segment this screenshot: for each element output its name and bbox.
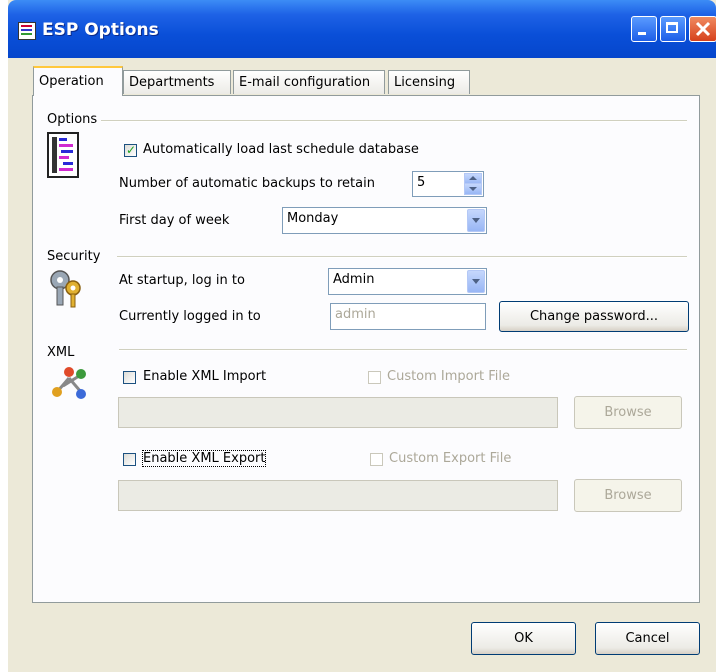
close-icon — [695, 21, 711, 37]
maximize-button[interactable] — [660, 16, 686, 42]
operation-panel: Options ✓ Automatically load last schedu… — [32, 95, 700, 603]
enable-xml-import-checkbox[interactable] — [123, 371, 136, 384]
title-bar[interactable]: ESP Options — [8, 0, 716, 58]
tab-email-configuration[interactable]: E-mail configuration — [233, 70, 385, 94]
xml-section-label: XML — [47, 345, 75, 360]
ok-button[interactable]: OK — [471, 622, 576, 655]
options-section-label: Options — [47, 112, 98, 127]
enable-xml-export-label: Enable XML Export — [141, 450, 267, 467]
export-file-path-input[interactable] — [118, 480, 558, 511]
checkmark-icon: ✓ — [126, 143, 137, 157]
backups-value: 5 — [417, 175, 426, 190]
chevron-down-icon[interactable] — [467, 270, 485, 293]
backups-label: Number of automatic backups to retain — [119, 176, 375, 191]
change-password-button[interactable]: Change password... — [499, 301, 689, 332]
custom-import-checkbox[interactable] — [368, 371, 381, 384]
security-separator — [117, 256, 687, 258]
enable-xml-export-checkbox[interactable] — [123, 453, 136, 466]
custom-import-label: Custom Import File — [387, 369, 510, 384]
tab-departments[interactable]: Departments — [123, 70, 231, 94]
xml-molecule-icon — [52, 367, 86, 399]
tab-label: Departments — [129, 75, 215, 90]
startup-login-label: At startup, log in to — [119, 273, 245, 288]
logged-in-label: Currently logged in to — [119, 309, 261, 324]
cancel-button[interactable]: Cancel — [595, 622, 700, 655]
tab-label: Licensing — [394, 75, 456, 90]
tab-label: E-mail configuration — [239, 75, 371, 90]
custom-export-label: Custom Export File — [389, 451, 512, 466]
xml-separator — [119, 349, 687, 351]
tab-label: Operation — [39, 74, 104, 89]
logged-in-value: admin — [335, 307, 376, 322]
security-keys-icon — [50, 270, 81, 308]
startup-login-select[interactable]: Admin — [328, 268, 487, 295]
chevron-down-icon[interactable] — [467, 209, 485, 232]
minimize-icon — [638, 32, 646, 35]
security-section-label: Security — [47, 249, 101, 264]
custom-export-checkbox[interactable] — [370, 453, 383, 466]
spin-down-button[interactable] — [464, 183, 482, 195]
startup-login-value: Admin — [333, 272, 375, 287]
first-day-select[interactable]: Monday — [282, 207, 487, 234]
first-day-value: Monday — [287, 211, 339, 226]
backups-stepper[interactable]: 5 — [412, 171, 484, 197]
export-browse-button[interactable]: Browse — [574, 479, 682, 512]
first-day-label: First day of week — [119, 213, 230, 228]
import-browse-button[interactable]: Browse — [574, 396, 682, 429]
schedule-list-icon — [47, 132, 79, 178]
window-title: ESP Options — [42, 20, 159, 40]
auto-load-checkbox[interactable]: ✓ — [124, 143, 137, 157]
close-button[interactable] — [689, 16, 716, 42]
maximize-icon — [666, 22, 678, 33]
tab-licensing[interactable]: Licensing — [388, 70, 470, 94]
import-file-path-input[interactable] — [118, 397, 558, 428]
auto-load-label: Automatically load last schedule databas… — [143, 142, 419, 157]
options-separator — [101, 120, 687, 122]
minimize-button[interactable] — [631, 16, 657, 42]
logged-in-field: admin — [330, 303, 486, 330]
tab-operation[interactable]: Operation — [33, 66, 123, 96]
app-icon — [18, 22, 36, 40]
enable-xml-import-label: Enable XML Import — [143, 369, 267, 384]
